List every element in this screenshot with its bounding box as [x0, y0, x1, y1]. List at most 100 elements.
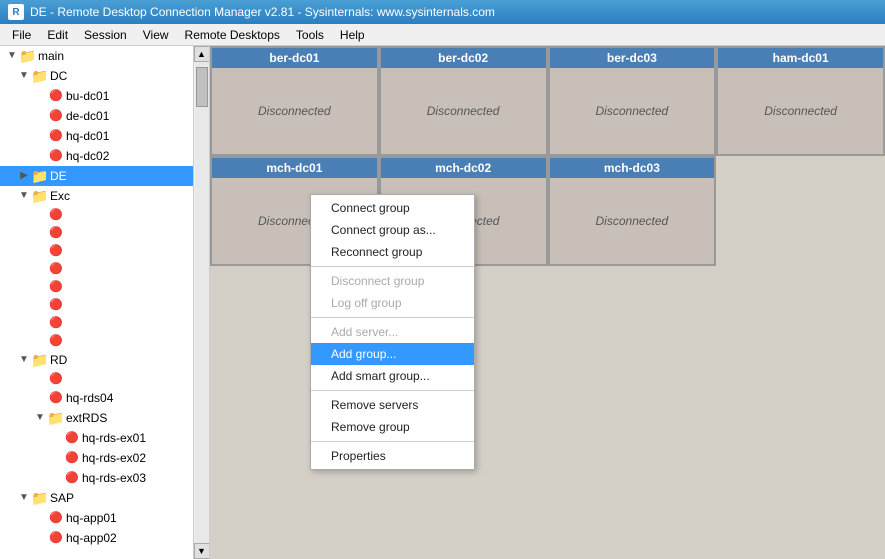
- tree-node-rd1[interactable]: ▶ 🔴: [0, 370, 209, 388]
- ctx-add-smart-group[interactable]: Add smart group...: [311, 365, 474, 387]
- node-label-Exc: Exc: [50, 187, 70, 205]
- server-tile-header-mch-dc01: mch-dc01: [212, 158, 377, 178]
- node-label-dc: DC: [50, 67, 67, 85]
- server-tile-header-ber-dc02: ber-dc02: [381, 48, 546, 68]
- tree-node-hq-app02[interactable]: ▶ 🔴 hq-app02: [0, 528, 209, 548]
- ctx-add-group[interactable]: Add group...: [311, 343, 474, 365]
- node-label-hq-dc01: hq-dc01: [66, 127, 109, 145]
- tree-node-bu-dc01[interactable]: ▶ 🔴 bu-dc01: [0, 86, 209, 106]
- server-tile-status-mch-dc03: Disconnected: [586, 178, 679, 264]
- node-label-de-dc01: de-dc01: [66, 107, 109, 125]
- server-tile-ber-dc02[interactable]: ber-dc02 Disconnected: [379, 46, 548, 156]
- tree-node-hq-app01[interactable]: ▶ 🔴 hq-app01: [0, 508, 209, 528]
- tree-node-exc2[interactable]: ▶ 🔴: [0, 224, 209, 242]
- tree-node-hq-rds04[interactable]: ▶ 🔴 hq-rds04: [0, 388, 209, 408]
- menu-bar: File Edit Session View Remote Desktops T…: [0, 24, 885, 46]
- node-label-hq-app02: hq-app02: [66, 529, 117, 547]
- server-tile-header-ham-dc01: ham-dc01: [718, 48, 883, 68]
- node-label-hq-app01: hq-app01: [66, 509, 117, 527]
- error-icon-exc2: 🔴: [48, 225, 64, 241]
- expand-main[interactable]: ▼: [4, 48, 20, 64]
- ctx-remove-servers[interactable]: Remove servers: [311, 394, 474, 416]
- tree-node-exc6[interactable]: ▶ 🔴: [0, 296, 209, 314]
- ctx-connect-group[interactable]: Connect group: [311, 197, 474, 219]
- server-tile-mch-dc03[interactable]: mch-dc03 Disconnected: [548, 156, 717, 266]
- node-label-RD: RD: [50, 351, 67, 369]
- scroll-thumb[interactable]: [196, 67, 208, 107]
- scroll-up-arrow[interactable]: ▲: [194, 46, 210, 62]
- ctx-sep4: [311, 441, 474, 442]
- error-icon-hq-rds-ex01: 🔴: [64, 430, 80, 446]
- sidebar-scrollbar[interactable]: ▲ ▼: [193, 46, 209, 559]
- title-bar: R DE - Remote Desktop Connection Manager…: [0, 0, 885, 24]
- tree-node-hq-dc02[interactable]: ▶ 🔴 hq-dc02: [0, 146, 209, 166]
- tree-node-hq-rds-ex01[interactable]: ▶ 🔴 hq-rds-ex01: [0, 428, 209, 448]
- scroll-down-arrow[interactable]: ▼: [194, 543, 210, 559]
- tree-node-extRDS[interactable]: ▼ 📁 extRDS: [0, 408, 209, 428]
- tree-node-RD[interactable]: ▼ 📁 RD: [0, 350, 209, 370]
- server-tile-ham-dc01[interactable]: ham-dc01 Disconnected: [716, 46, 885, 156]
- tree-node-de-dc01[interactable]: ▶ 🔴 de-dc01: [0, 106, 209, 126]
- tree-node-exc5[interactable]: ▶ 🔴: [0, 278, 209, 296]
- expand-dc[interactable]: ▼: [16, 68, 32, 84]
- expand-Exc[interactable]: ▼: [16, 188, 32, 204]
- menu-view[interactable]: View: [135, 26, 177, 44]
- tree-node-hq-dc01[interactable]: ▶ 🔴 hq-dc01: [0, 126, 209, 146]
- folder-icon-DE: 📁: [32, 168, 48, 184]
- context-menu: Connect group Connect group as... Reconn…: [310, 194, 475, 470]
- tree-node-Exc[interactable]: ▼ 📁 Exc: [0, 186, 209, 206]
- server-tile-status-ber-dc03: Disconnected: [586, 68, 679, 154]
- server-tile-header-mch-dc03: mch-dc03: [550, 158, 715, 178]
- server-tile-header-mch-dc02: mch-dc02: [381, 158, 546, 178]
- tree-node-SAP[interactable]: ▼ 📁 SAP: [0, 488, 209, 508]
- app-icon: R: [8, 4, 24, 20]
- tree-node-exc3[interactable]: ▶ 🔴: [0, 242, 209, 260]
- error-icon-hq-app01: 🔴: [48, 510, 64, 526]
- tree-node-exc1[interactable]: ▶ 🔴: [0, 206, 209, 224]
- title-text: DE - Remote Desktop Connection Manager v…: [30, 5, 495, 19]
- error-icon-hq-dc01: 🔴: [48, 128, 64, 144]
- node-label-bu-dc01: bu-dc01: [66, 87, 109, 105]
- error-icon-bu-dc01: 🔴: [48, 88, 64, 104]
- menu-tools[interactable]: Tools: [288, 26, 332, 44]
- server-tile-ber-dc03[interactable]: ber-dc03 Disconnected: [548, 46, 717, 156]
- error-icon-exc7: 🔴: [48, 315, 64, 331]
- ctx-properties[interactable]: Properties: [311, 445, 474, 467]
- tree-node-exc8[interactable]: ▶ 🔴: [0, 332, 209, 350]
- ctx-remove-group[interactable]: Remove group: [311, 416, 474, 438]
- tree-node-exc7[interactable]: ▶ 🔴: [0, 314, 209, 332]
- menu-session[interactable]: Session: [76, 26, 135, 44]
- ctx-connect-group-as[interactable]: Connect group as...: [311, 219, 474, 241]
- menu-edit[interactable]: Edit: [39, 26, 76, 44]
- error-icon-de-dc01: 🔴: [48, 108, 64, 124]
- tree-node-hq-rds-ex02[interactable]: ▶ 🔴 hq-rds-ex02: [0, 448, 209, 468]
- ctx-reconnect-group[interactable]: Reconnect group: [311, 241, 474, 263]
- error-icon-exc4: 🔴: [48, 261, 64, 277]
- menu-help[interactable]: Help: [332, 26, 373, 44]
- error-icon-exc5: 🔴: [48, 279, 64, 295]
- tree-node-main[interactable]: ▼ 📁 main: [0, 46, 209, 66]
- menu-remote-desktops[interactable]: Remote Desktops: [177, 26, 288, 44]
- server-tile-ber-dc01[interactable]: ber-dc01 Disconnected: [210, 46, 379, 156]
- menu-file[interactable]: File: [4, 26, 39, 44]
- expand-extRDS[interactable]: ▼: [32, 410, 48, 426]
- tree-scroll: ▼ 📁 main ▼ 📁 DC ▶ 🔴 bu-dc01 ▶: [0, 46, 209, 559]
- expand-DE[interactable]: ▶: [16, 168, 32, 184]
- tree-node-hq-rds-ex03[interactable]: ▶ 🔴 hq-rds-ex03: [0, 468, 209, 488]
- tree-node-dc[interactable]: ▼ 📁 DC: [0, 66, 209, 86]
- node-label-SAP: SAP: [50, 489, 74, 507]
- server-tile-header-ber-dc01: ber-dc01: [212, 48, 377, 68]
- node-label-hq-rds-ex03: hq-rds-ex03: [82, 469, 146, 487]
- expand-SAP[interactable]: ▼: [16, 490, 32, 506]
- node-label-hq-rds04: hq-rds04: [66, 389, 113, 407]
- scroll-track[interactable]: [195, 62, 209, 543]
- folder-icon-RD: 📁: [32, 352, 48, 368]
- tree-node-exc4[interactable]: ▶ 🔴: [0, 260, 209, 278]
- ctx-disconnect-group: Disconnect group: [311, 270, 474, 292]
- expand-RD[interactable]: ▼: [16, 352, 32, 368]
- node-label-hq-rds-ex02: hq-rds-ex02: [82, 449, 146, 467]
- error-icon-hq-rds-ex03: 🔴: [64, 470, 80, 486]
- tree-node-DE[interactable]: ▶ 📁 DE: [0, 166, 209, 186]
- folder-icon-main: 📁: [20, 48, 36, 64]
- server-tile-header-ber-dc03: ber-dc03: [550, 48, 715, 68]
